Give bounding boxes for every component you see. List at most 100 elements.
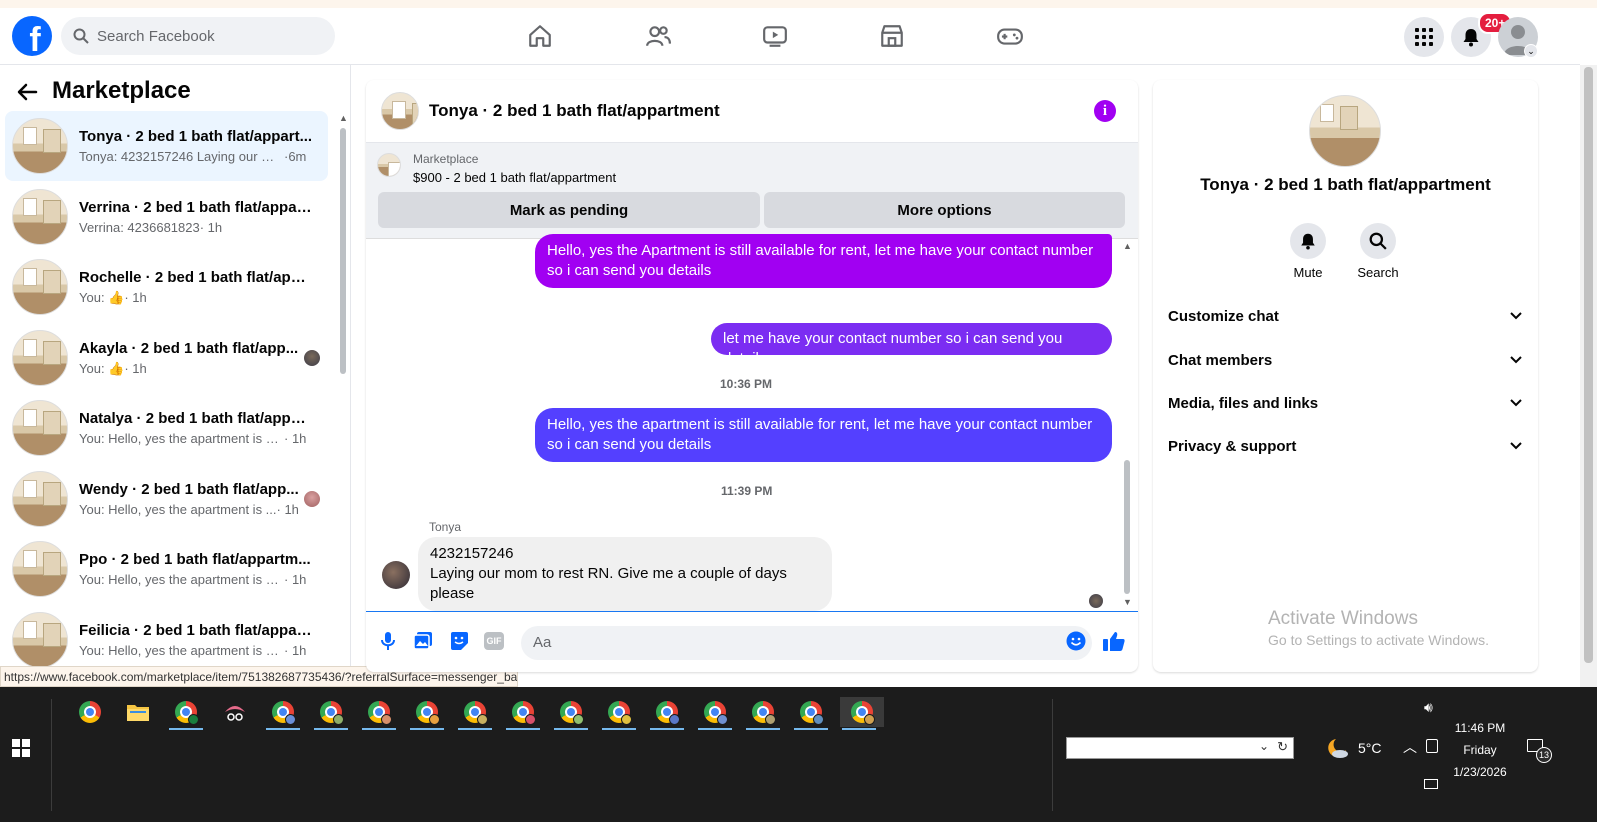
file-explorer-icon[interactable] bbox=[119, 697, 157, 727]
chrome-profile-icon[interactable] bbox=[744, 697, 782, 730]
mute-button[interactable]: Mute bbox=[1278, 223, 1338, 280]
account-chevron-icon[interactable]: ⌄ bbox=[1524, 44, 1538, 58]
listing-thumbnail[interactable] bbox=[377, 153, 401, 177]
chrome-profile-icon[interactable] bbox=[408, 697, 446, 730]
watch-icon[interactable] bbox=[757, 20, 793, 52]
sticker-icon[interactable] bbox=[447, 629, 471, 653]
facebook-logo-icon[interactable]: f bbox=[12, 16, 52, 56]
windows-taskbar: ⌄ ↻ 5°C ︿ 🔊︎ 11:46 PM Friday 1/23/2026 1… bbox=[0, 687, 1597, 822]
pc-icon[interactable] bbox=[1424, 779, 1438, 789]
conversation-item[interactable]: Tonya · 2 bed 1 bath flat/appart... Tony… bbox=[5, 111, 328, 181]
emoji-icon[interactable] bbox=[1064, 629, 1088, 653]
conversation-snippet: You: Hello, yes the apartment is still..… bbox=[79, 431, 284, 446]
sent-message-bubble: Hello, yes the Apartment is still availa… bbox=[535, 234, 1112, 288]
chevron-down-icon bbox=[1510, 356, 1522, 364]
refresh-icon[interactable]: ↻ bbox=[1277, 739, 1288, 755]
home-icon[interactable] bbox=[522, 20, 558, 52]
message-composer: GIF Aa bbox=[366, 611, 1138, 672]
listing-price-title[interactable]: $900 - 2 bed 1 bath flat/appartment bbox=[413, 170, 616, 185]
weather-widget[interactable]: 5°C bbox=[1324, 737, 1382, 759]
chat-scrollbar[interactable] bbox=[1124, 460, 1130, 594]
chrome-profile-icon[interactable] bbox=[167, 697, 205, 730]
notification-count: 13 bbox=[1536, 747, 1552, 763]
sender-avatar[interactable] bbox=[382, 561, 410, 589]
chrome-profile-icon[interactable] bbox=[696, 697, 734, 730]
show-hidden-icons-chevron[interactable]: ︿ bbox=[1403, 737, 1417, 757]
network-icon[interactable] bbox=[1426, 739, 1438, 753]
privacy-support-section[interactable]: Privacy & support bbox=[1168, 426, 1523, 466]
taskbar-divider bbox=[1052, 699, 1053, 811]
chrome-profile-icon[interactable] bbox=[360, 697, 398, 730]
marketplace-icon[interactable] bbox=[874, 20, 910, 52]
contact-avatar[interactable] bbox=[1309, 95, 1381, 167]
panel-title: Marketplace bbox=[52, 77, 191, 104]
chrome-profile-icon[interactable] bbox=[648, 697, 686, 730]
seen-avatar bbox=[304, 491, 320, 507]
customize-chat-section[interactable]: Customize chat bbox=[1168, 296, 1523, 336]
microphone-icon[interactable] bbox=[376, 629, 400, 653]
friends-icon[interactable] bbox=[640, 20, 676, 52]
conversation-name: Akayla · 2 bed 1 bath flat/app... bbox=[79, 339, 299, 357]
gaming-icon[interactable] bbox=[992, 20, 1028, 52]
section-label: Media, files and links bbox=[1168, 394, 1319, 412]
scroll-up-arrow-icon[interactable]: ▲ bbox=[339, 113, 348, 123]
chrome-profile-icon[interactable] bbox=[552, 697, 590, 730]
activate-windows-watermark: Activate Windows Go to Settings to activ… bbox=[1268, 608, 1489, 648]
dropdown-chevron-icon[interactable]: ⌄ bbox=[1259, 739, 1269, 753]
chrome-icon[interactable] bbox=[71, 697, 109, 727]
conversation-snippet: Tonya: 4232157246 Laying our mo... bbox=[79, 149, 284, 164]
chrome-profile-icon[interactable] bbox=[600, 697, 638, 730]
conversation-item[interactable]: Akayla · 2 bed 1 bath flat/app... You: 👍… bbox=[5, 323, 328, 393]
system-clock[interactable]: 11:46 PM Friday 1/23/2026 bbox=[1450, 717, 1510, 783]
message-input[interactable]: Aa bbox=[521, 626, 1092, 660]
conversation-name: Feilicia · 2 bed 1 bath flat/appart... bbox=[79, 622, 314, 639]
chevron-down-icon bbox=[1510, 399, 1522, 407]
windows-start-icon[interactable] bbox=[12, 739, 30, 762]
back-arrow-icon[interactable] bbox=[16, 81, 38, 108]
moon-cloud-icon bbox=[1328, 739, 1348, 758]
conversation-time: · 1h bbox=[124, 360, 147, 376]
media-files-links-section[interactable]: Media, files and links bbox=[1168, 383, 1523, 423]
thumbs-up-icon[interactable] bbox=[1102, 629, 1126, 653]
search-input[interactable]: Search Facebook bbox=[61, 17, 335, 55]
listing-thumbnail bbox=[12, 612, 68, 668]
page-scrollbar[interactable] bbox=[1580, 65, 1597, 687]
chrome-profile-icon-active[interactable] bbox=[840, 697, 884, 730]
search-placeholder: Search Facebook bbox=[97, 27, 215, 45]
conversation-item[interactable]: Natalya · 2 bed 1 bath flat/appar... You… bbox=[5, 393, 328, 463]
message-line: 4232157246 bbox=[430, 545, 514, 562]
conversation-item[interactable]: Feilicia · 2 bed 1 bath flat/appart... Y… bbox=[5, 605, 328, 675]
gif-icon[interactable]: GIF bbox=[482, 629, 506, 653]
chat-title[interactable]: Tonya · 2 bed 1 bath flat/appartment bbox=[429, 101, 720, 121]
chrome-profile-icon[interactable] bbox=[264, 697, 302, 730]
conversation-snippet: You: Hello, yes the apartment is still..… bbox=[79, 643, 284, 658]
conversation-name: Rochelle · 2 bed 1 bath flat/appa... bbox=[79, 268, 314, 286]
conversation-item[interactable]: Rochelle · 2 bed 1 bath flat/appa... You… bbox=[5, 252, 328, 322]
address-toolbar-input[interactable]: ⌄ ↻ bbox=[1066, 737, 1294, 759]
snipping-tool-icon[interactable] bbox=[216, 697, 254, 727]
conversation-item[interactable]: Verrina · 2 bed 1 bath flat/appar... Ver… bbox=[5, 182, 328, 252]
facebook-topbar: f Search Facebook 20+ ⌄ bbox=[0, 8, 1580, 65]
search-in-chat-button[interactable]: Search bbox=[1348, 223, 1408, 280]
conversation-item[interactable]: Wendy · 2 bed 1 bath flat/app... You: He… bbox=[5, 464, 328, 534]
chat-avatar[interactable] bbox=[381, 92, 419, 130]
scroll-down-arrow-icon[interactable]: ▼ bbox=[1123, 597, 1132, 607]
more-options-button[interactable]: More options bbox=[764, 192, 1125, 228]
volume-icon[interactable]: 🔊︎ bbox=[1424, 699, 1433, 716]
scroll-up-arrow-icon[interactable]: ▲ bbox=[1123, 241, 1132, 251]
listing-thumbnail bbox=[12, 471, 68, 527]
mark-as-pending-button[interactable]: Mark as pending bbox=[378, 192, 760, 228]
photo-icon[interactable] bbox=[411, 629, 435, 653]
taskbar-divider bbox=[51, 699, 52, 811]
chrome-profile-icon[interactable] bbox=[312, 697, 350, 730]
chat-details-panel: Tonya · 2 bed 1 bath flat/appartment Mut… bbox=[1153, 80, 1538, 672]
search-label: Search bbox=[1357, 265, 1399, 280]
chrome-profile-icon[interactable] bbox=[456, 697, 494, 730]
chrome-profile-icon[interactable] bbox=[504, 697, 542, 730]
info-icon[interactable]: i bbox=[1094, 100, 1116, 122]
chat-members-section[interactable]: Chat members bbox=[1168, 340, 1523, 380]
conversation-item[interactable]: Ppo · 2 bed 1 bath flat/appartm... You: … bbox=[5, 534, 328, 604]
conversation-list-scrollbar[interactable] bbox=[340, 128, 346, 374]
chrome-profile-icon[interactable] bbox=[792, 697, 830, 730]
menu-grid-icon[interactable] bbox=[1404, 17, 1444, 57]
